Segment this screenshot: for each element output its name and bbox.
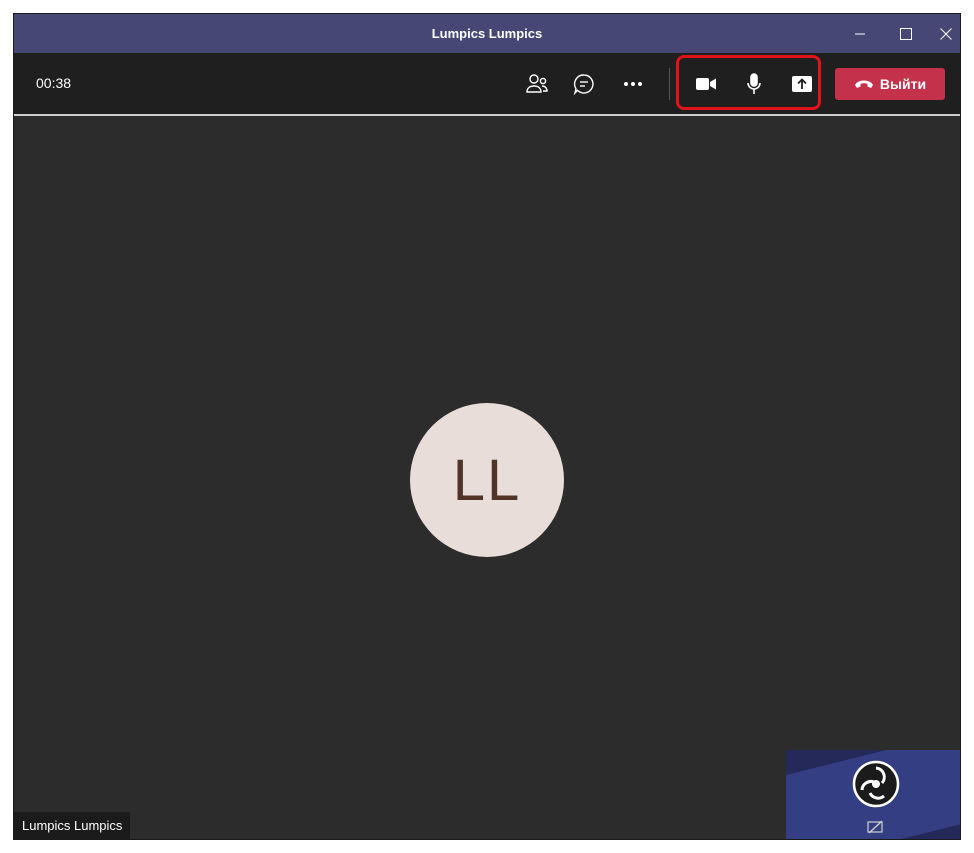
participant-avatar: LL — [410, 403, 564, 557]
call-stage: LL Lumpics Lumpics — [14, 116, 960, 839]
minimize-icon — [855, 33, 865, 34]
title-bar: Lumpics Lumpics — [14, 14, 960, 53]
maximize-icon — [900, 27, 912, 40]
minimize-button[interactable] — [840, 14, 880, 53]
self-video-preview[interactable] — [786, 750, 960, 839]
participant-name-tag: Lumpics Lumpics — [14, 812, 131, 839]
hang-up-icon — [854, 80, 873, 88]
avatar-initials: LL — [452, 447, 522, 513]
participants-icon — [526, 74, 548, 93]
close-button[interactable] — [926, 14, 960, 53]
microphone-button[interactable] — [737, 67, 771, 101]
participants-button[interactable] — [520, 67, 554, 101]
toolbar-divider — [669, 68, 670, 100]
more-options-icon — [624, 82, 642, 86]
teams-call-window: Lumpics Lumpics 00:38 Выйти LL Lumpics L… — [14, 14, 960, 839]
leave-button-label: Выйти — [879, 76, 927, 92]
close-icon — [940, 27, 952, 40]
window-title: Lumpics Lumpics — [431, 26, 543, 41]
obs-logo-icon — [852, 760, 900, 808]
microphone-icon — [747, 73, 761, 94]
camera-button[interactable] — [689, 67, 723, 101]
share-screen-icon — [792, 76, 812, 92]
chat-button[interactable] — [567, 67, 601, 101]
call-timer: 00:38 — [36, 75, 72, 91]
call-toolbar: 00:38 Выйти — [14, 53, 960, 116]
chat-icon — [573, 74, 594, 96]
leave-call-button[interactable]: Выйти — [835, 68, 945, 100]
camera-icon — [696, 78, 716, 90]
camera-off-icon — [867, 820, 883, 834]
maximize-button[interactable] — [886, 14, 926, 53]
share-screen-button[interactable] — [785, 67, 819, 101]
more-options-button[interactable] — [616, 67, 650, 101]
